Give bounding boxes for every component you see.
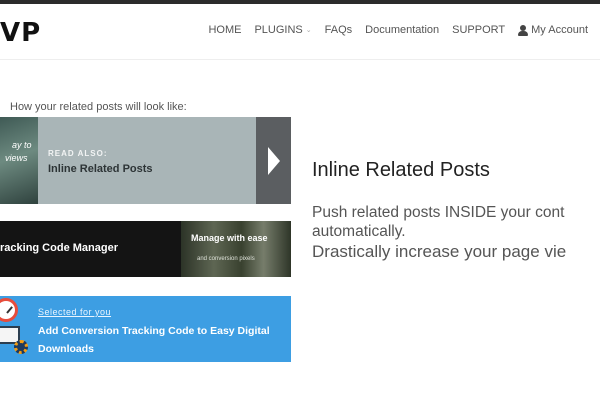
thumbnail-title: Manage with ease <box>191 233 268 243</box>
banner-title: racking Code Manager <box>0 242 118 254</box>
thumbnail-text: ay to views <box>0 139 32 165</box>
related-post-banner-inline[interactable]: ay to views READ ALSO: Inline Related Po… <box>0 117 291 204</box>
next-arrow-button[interactable] <box>256 117 291 204</box>
preview-caption: How your related posts will look like: <box>10 101 187 113</box>
nav-support[interactable]: SUPPORT <box>452 24 505 36</box>
site-logo[interactable]: VP <box>0 18 41 48</box>
post-thumbnail: ay to views <box>0 117 38 204</box>
nav-faqs-label: FAQs <box>324 24 353 36</box>
analytics-illustration-icon <box>0 296 32 362</box>
nav-plugins-label: PLUGINS <box>254 24 303 36</box>
banner-eyebrow: READ ALSO: <box>48 149 108 158</box>
nav-plugins[interactable]: PLUGINS ⌄ <box>254 24 311 36</box>
site-header: VP HOME PLUGINS ⌄ FAQs Documentation SUPP… <box>0 4 600 60</box>
feature-description: Inline Related Posts Push related posts … <box>312 156 600 276</box>
feature-text-line: Drastically increase your page vie <box>312 242 567 261</box>
nav-documentation[interactable]: Documentation <box>365 24 439 36</box>
nav-faqs[interactable]: FAQs <box>325 24 353 36</box>
gear-icon <box>14 340 28 354</box>
banner-title: Add Conversion Tracking Code to Easy Dig… <box>38 325 270 355</box>
main-nav: HOME PLUGINS ⌄ FAQs Documentation SUPPORT… <box>208 24 600 36</box>
related-post-banner-dark[interactable]: racking Code Manager Manage with ease an… <box>0 221 291 277</box>
banner-title: Inline Related Posts <box>48 163 153 175</box>
thumbnail-text-line1: ay to <box>12 140 32 150</box>
nav-support-label: SUPPORT <box>452 24 506 36</box>
feature-text-line: automatically. <box>312 223 406 240</box>
nav-my-account[interactable]: My Account <box>518 24 588 36</box>
feature-title: Inline Related Posts <box>312 159 490 181</box>
nav-my-account-label: My Account <box>531 24 588 36</box>
feature-text-line: Push related posts INSIDE your cont <box>312 204 565 221</box>
nav-documentation-label: Documentation <box>365 24 440 36</box>
gauge-icon <box>0 298 18 322</box>
thumbnail-text-line2: views <box>5 153 28 163</box>
banner-eyebrow: Selected for you <box>38 307 112 317</box>
nav-home[interactable]: HOME <box>208 24 241 36</box>
nav-home-label: HOME <box>208 24 242 36</box>
thumbnail-subtitle: and conversion pixels <box>197 256 255 262</box>
chevron-down-icon: ⌄ <box>305 27 312 34</box>
user-icon <box>518 24 529 36</box>
chevron-right-icon <box>268 147 280 175</box>
post-thumbnail: Manage with ease and conversion pixels <box>181 221 291 277</box>
related-post-banner-blue[interactable]: Selected for you Add Conversion Tracking… <box>0 296 291 362</box>
